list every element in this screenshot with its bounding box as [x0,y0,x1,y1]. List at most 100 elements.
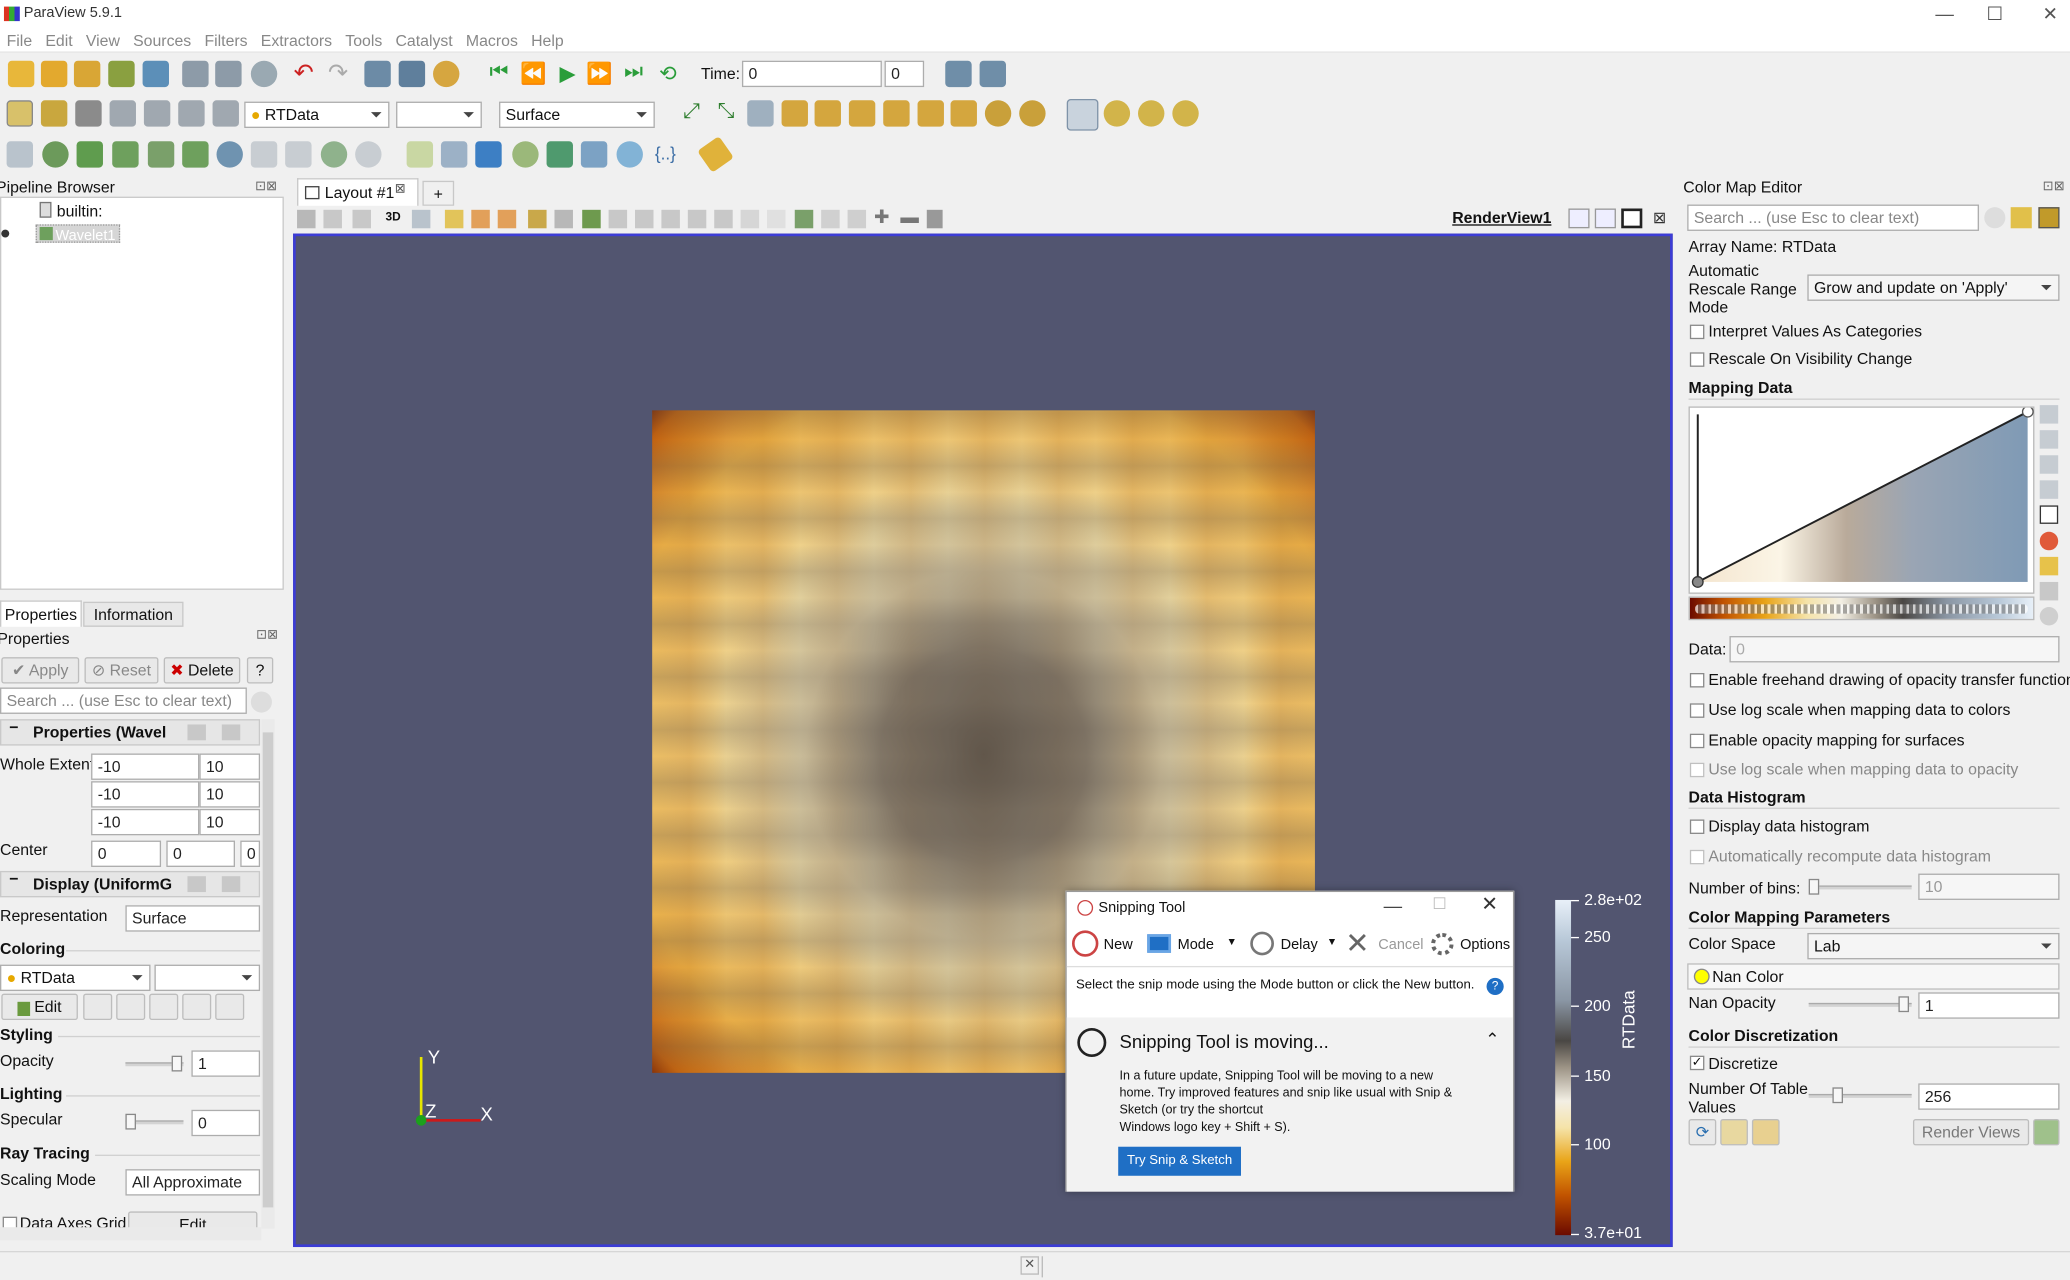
reset-button[interactable]: ⊘ Reset [84,657,159,684]
add-annotation-icon[interactable] [794,209,814,229]
ruler-icon[interactable] [697,136,734,173]
nan-opacity-slider[interactable] [1808,996,1912,1013]
try-snip-sketch-button[interactable]: Try Snip & Sketch [1118,1146,1241,1176]
status-close-icon[interactable]: ✕ [1020,1256,1039,1275]
nan-opacity-slider-handle[interactable] [1898,996,1910,1013]
load-state-icon[interactable] [215,60,242,88]
cme-restore-icon[interactable] [2038,207,2060,229]
cme-search-input[interactable]: Search ... (use Esc to clear text) [1687,204,1979,231]
snip-delay-button[interactable]: Delay [1281,937,1318,953]
rescale-range-icon[interactable] [2039,405,2059,424]
edit-color-button[interactable]: ▆ Edit [1,993,78,1021]
time-input[interactable]: 0 [741,60,882,88]
camera-redo-icon[interactable] [398,60,426,88]
data-value-input[interactable]: 0 [1729,636,2060,663]
reset-range-icon[interactable] [75,100,102,127]
contour-icon[interactable] [42,141,69,168]
trash-icon[interactable] [926,209,943,229]
rescale-visibility-checkbox[interactable] [1689,352,1705,367]
camera-undo-icon[interactable] [364,60,391,88]
pick-center-icon[interactable] [1138,100,1165,127]
select-points-icon[interactable] [471,209,490,229]
tab-properties[interactable]: Properties [0,600,82,627]
snipping-close-button[interactable]: ✕ [1481,892,1498,915]
layout-tab-close-icon[interactable]: ⊠ [395,182,406,197]
apply-button[interactable]: ✔ Apply [1,657,80,684]
interaction-mode-icon[interactable] [1066,98,1099,131]
edit-color-map-icon[interactable] [40,100,68,127]
split-horizontal-icon[interactable] [1568,208,1590,229]
mesh-quality-icon[interactable] [580,141,608,168]
query-icon[interactable] [979,60,1006,88]
opacity-surfaces-checkbox[interactable] [1689,733,1705,749]
section-properties-header[interactable]: − Properties (Wavel [0,718,261,746]
menu-macros[interactable]: Macros [459,29,524,53]
snipping-maximize-button[interactable]: ☐ [1432,895,1446,913]
component-select[interactable] [396,101,482,129]
extent-x-min[interactable]: -10 [91,753,200,780]
rescale-mode-select[interactable]: Grow and update on 'Apply' [1807,274,2060,301]
open-icon[interactable] [7,60,35,88]
snip-options-button[interactable]: Options [1460,937,1510,953]
color-array-select[interactable]: ● RTData [244,101,390,129]
choose-preset-tool-icon[interactable] [2039,531,2059,551]
group-datasets-icon[interactable] [320,141,348,168]
histogram-icon[interactable] [475,141,502,168]
menu-help[interactable]: Help [524,29,570,53]
center-y[interactable]: 0 [166,840,235,867]
opacity-slider-handle[interactable] [171,1055,183,1072]
extent-y-min[interactable]: -10 [91,781,200,808]
split-vertical-icon[interactable] [1594,208,1616,229]
minus-icon[interactable]: ▬ [900,206,918,227]
rescale-temporal-tool-icon[interactable] [2039,455,2059,474]
rescale-custom-range-icon[interactable] [149,993,179,1021]
first-frame-icon[interactable]: ⏮ [486,61,512,87]
cme-gear-icon[interactable] [1984,207,2006,229]
redo-icon[interactable]: ↷ [325,61,351,87]
polygon-select-icon[interactable] [582,209,601,229]
save-data-icon[interactable] [73,60,101,88]
hover-points-icon[interactable] [608,209,628,229]
probe-icon[interactable] [512,141,539,168]
coloring-component-select[interactable] [154,964,261,992]
palette-icon[interactable] [433,60,460,88]
show-annotation-icon[interactable] [821,209,840,229]
cme-reset-icon[interactable]: ⟳ [1688,1119,1717,1146]
coloring-array-select[interactable]: ● RTData [0,964,151,992]
menu-view[interactable]: View [79,29,126,53]
rescale-data-icon[interactable] [116,993,146,1021]
snip-new-button[interactable]: New [1104,937,1133,953]
auto-histogram-checkbox[interactable] [1689,849,1705,865]
rescale-visible-tool-icon[interactable] [2039,480,2059,499]
pipeline-source-item[interactable]: Wavelet1 [35,224,121,244]
previous-frame-icon[interactable]: ⏪ [520,61,546,87]
tessellate-icon[interactable] [616,141,643,168]
invert-map-icon[interactable] [2039,505,2059,524]
menu-extractors[interactable]: Extractors [254,29,339,53]
representation-select[interactable]: Surface [499,101,655,129]
render-views-button[interactable]: Render Views [1912,1119,2030,1146]
reset-camera-icon[interactable]: ⤢ [679,100,705,126]
table-values-slider-handle[interactable] [1832,1087,1843,1104]
opacity-slider[interactable] [125,1055,184,1072]
menu-file[interactable]: File [0,29,39,53]
show-center-icon[interactable] [1172,100,1199,127]
snip-help-icon[interactable]: ? [1486,977,1504,995]
cme-save-icon[interactable] [2010,207,2032,229]
select-block-icon[interactable] [528,209,547,229]
snip-mode-icon[interactable] [1147,934,1172,953]
copy-display-icon[interactable] [187,876,206,893]
recent-icon[interactable] [40,60,68,88]
properties-float-icon[interactable]: ⊡⊠ [256,628,278,643]
capture-screenshot-icon[interactable] [297,209,316,229]
add-layout-tab[interactable]: + [422,180,455,206]
extent-z-max[interactable]: 10 [199,808,261,836]
shrink-selection-icon[interactable] [687,209,707,229]
table-values-slider[interactable] [1808,1087,1912,1104]
plot-data-icon[interactable] [440,141,468,168]
rescale-custom-tool-icon[interactable] [2039,430,2059,449]
grow-selection-icon[interactable] [661,209,680,229]
snip-delay-dropdown-icon[interactable]: ▼ [1327,936,1337,948]
freehand-checkbox[interactable] [1689,672,1705,688]
display-histogram-checkbox[interactable] [1689,819,1705,834]
